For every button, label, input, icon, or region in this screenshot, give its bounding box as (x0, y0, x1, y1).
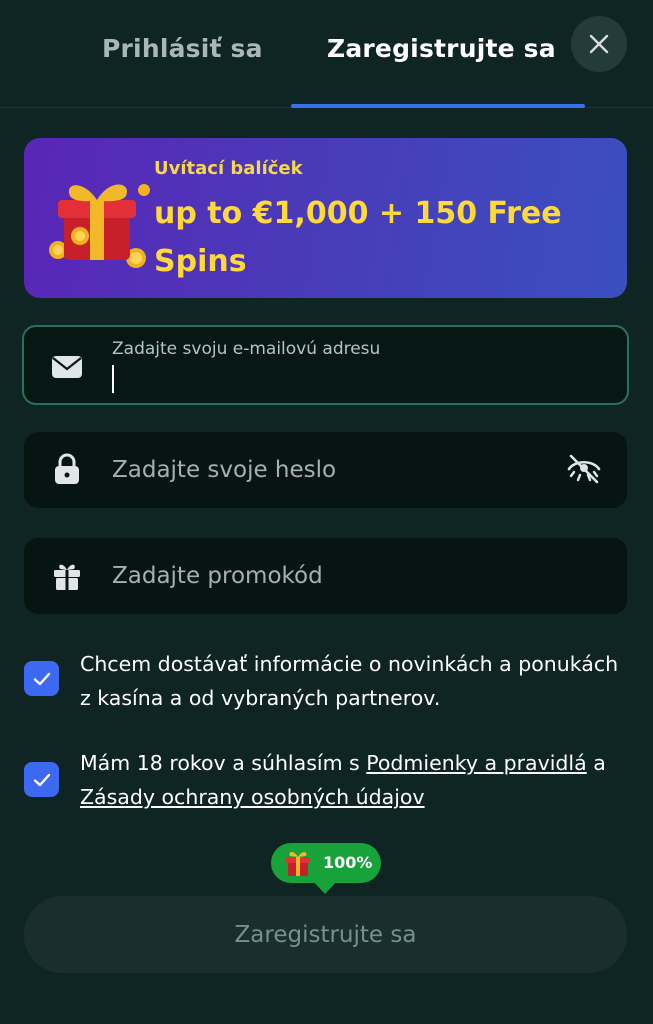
terms-link[interactable]: Podmienky a pravidlá (366, 751, 586, 775)
newsletter-consent-text: Chcem dostávať informácie o novinkách a … (80, 652, 619, 710)
active-tab-indicator (291, 104, 585, 108)
auth-tabs: Prihlásiť sa Zaregistrujte sa (0, 0, 653, 108)
banner-title: up to €1,000 + 150 Free Spins (154, 196, 562, 279)
text-caret (112, 365, 114, 393)
lock-icon (55, 453, 79, 484)
envelope-icon (52, 356, 82, 378)
email-field[interactable]: Zadajte svoju e-mailovú adresu (22, 325, 629, 405)
progress-percent: 100% (323, 853, 373, 872)
password-placeholder: Zadajte svoje heslo (112, 457, 337, 483)
age-terms-prefix: Mám 18 rokov a súhlasím s (80, 751, 367, 775)
checkmark-icon (33, 773, 50, 786)
close-button[interactable] (571, 16, 627, 72)
privacy-policy-link[interactable]: Zásady ochrany osobných údajov (80, 785, 425, 809)
gift-box-icon (49, 184, 150, 268)
newsletter-checkbox[interactable] (24, 661, 59, 696)
register-submit-button[interactable]: Zaregistrujte sa (24, 896, 627, 973)
age-terms-consent-text: Mám 18 rokov a súhlasím s Podmienky a pr… (80, 746, 625, 814)
registration-progress-badge: 100% (271, 843, 381, 883)
close-icon (589, 34, 609, 54)
promo-placeholder: Zadajte promokód (112, 563, 323, 589)
email-field-label: Zadajte svoju e-mailovú adresu (112, 339, 381, 359)
promo-code-field[interactable]: Zadajte promokód (24, 538, 627, 614)
badge-pointer (313, 881, 337, 894)
tab-register[interactable]: Zaregistrujte sa (327, 34, 556, 63)
eye-slash-icon[interactable] (565, 450, 603, 488)
age-terms-checkbox[interactable] (24, 762, 59, 797)
gift-icon (54, 564, 80, 590)
email-input[interactable] (110, 363, 590, 395)
password-field[interactable]: Zadajte svoje heslo (24, 432, 627, 508)
gift-box-icon (286, 852, 310, 876)
banner-subtitle: Uvítací balíček (154, 158, 303, 179)
age-terms-and: a (586, 751, 606, 775)
checkmark-icon (33, 672, 50, 685)
welcome-bonus-banner: Uvítací balíček up to €1,000 + 150 Free … (24, 138, 627, 298)
tab-login[interactable]: Prihlásiť sa (102, 34, 263, 63)
